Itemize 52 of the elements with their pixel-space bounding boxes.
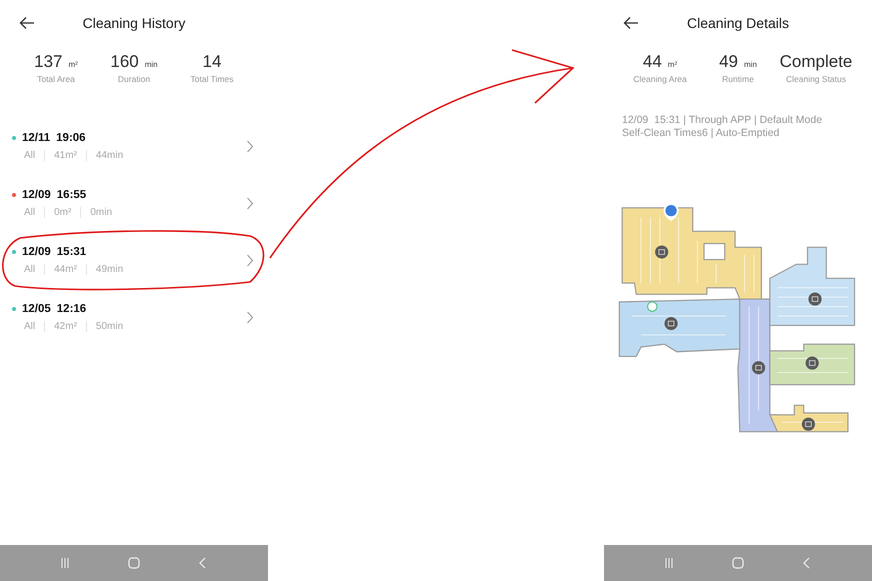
stat-label: Total Times — [190, 74, 234, 84]
back-arrow-icon[interactable] — [19, 16, 35, 30]
record-duration: 0min — [80, 207, 122, 218]
record-area: 42m² — [44, 321, 86, 332]
screen-title: Cleaning Details — [687, 15, 789, 31]
chevron-right-icon — [246, 311, 254, 324]
history-record[interactable]: 12/05 12:16 All 42m² 50min — [0, 289, 268, 346]
stat-value: 160 — [110, 52, 139, 72]
history-record[interactable]: 12/09 15:31 All 44m² 49min — [0, 232, 268, 289]
stat-value: 49 — [719, 52, 738, 72]
cleaning-info-text: 12/09 15:31 | Through APP | Default Mode — [622, 114, 824, 126]
record-time: 16:55 — [56, 189, 86, 201]
stat-label: Cleaning Area — [633, 74, 687, 84]
chevron-right-icon — [246, 140, 254, 153]
stat-label: Total Area — [37, 74, 75, 84]
record-mode: All — [24, 207, 36, 218]
stat-unit: m² — [68, 60, 78, 69]
history-record[interactable]: 12/11 19:06 All 41m² 44min — [0, 118, 268, 175]
record-date: 12/11 — [22, 132, 50, 144]
record-area: 44m² — [44, 264, 86, 275]
stat-value: 44 — [642, 52, 662, 72]
stat-value: 14 — [202, 52, 222, 72]
record-date: 12/09 — [22, 246, 51, 258]
history-record[interactable]: 12/09 16:55 All 0m² 0min — [0, 175, 268, 232]
record-mode: All — [24, 150, 36, 161]
cleaning-info-text: Self-Clean Times6 | Auto-Emptied — [622, 127, 780, 139]
stat-value: 137 — [34, 52, 63, 72]
record-date: 12/05 — [22, 303, 51, 315]
record-duration: 49min — [86, 264, 132, 275]
record-mode: All — [24, 264, 36, 275]
record-time: 15:31 — [56, 246, 86, 258]
stat-label: Duration — [118, 74, 150, 84]
stat-unit: min — [744, 60, 757, 69]
back-arrow-icon[interactable] — [623, 16, 639, 30]
stat-unit: m² — [668, 60, 678, 69]
chevron-right-icon — [246, 254, 254, 267]
record-duration: 50min — [86, 321, 132, 332]
record-mode: All — [24, 321, 36, 332]
stat-label: Runtime — [722, 74, 754, 84]
chevron-right-icon — [246, 197, 254, 210]
record-area: 41m² — [44, 150, 86, 161]
record-date: 12/09 — [22, 189, 51, 201]
record-time: 12:16 — [56, 303, 86, 315]
record-time: 19:06 — [56, 132, 86, 144]
record-duration: 44min — [86, 150, 132, 161]
record-area: 0m² — [44, 207, 80, 218]
screen-title: Cleaning History — [82, 15, 186, 31]
stat-label: Cleaning Status — [786, 74, 846, 84]
home-icon[interactable] — [126, 556, 141, 570]
home-icon[interactable] — [730, 556, 745, 570]
stat-value: Complete — [780, 52, 852, 72]
stat-unit: min — [144, 60, 158, 69]
